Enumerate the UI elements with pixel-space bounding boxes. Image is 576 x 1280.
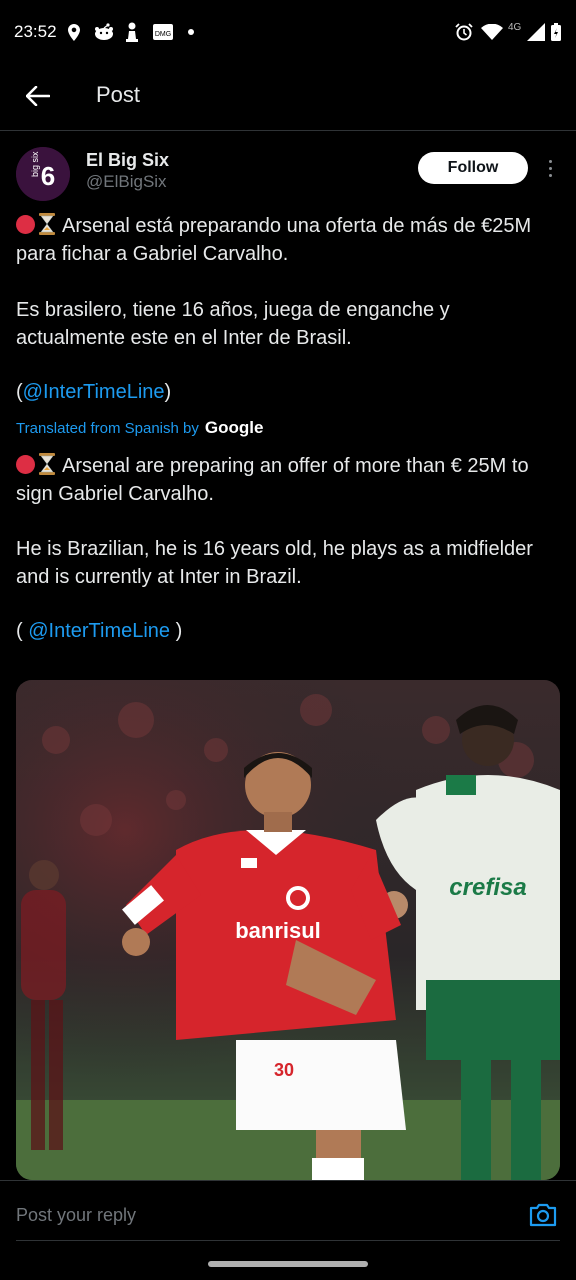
news-app-icon: DMG	[152, 22, 174, 42]
hourglass-emoji	[39, 213, 55, 235]
red-circle-emoji	[16, 455, 35, 474]
more-options-button[interactable]	[538, 154, 562, 182]
translation-attribution[interactable]: Translated from Spanish by Google	[16, 418, 263, 438]
sponsor-banrisul: banrisul	[235, 918, 321, 943]
paren-close: )	[170, 620, 183, 642]
top-app-bar	[0, 66, 576, 131]
post-paragraph-3: (@InterTimeLine)	[16, 378, 556, 406]
home-indicator[interactable]	[208, 1261, 368, 1267]
post-text-en-2: He is Brazilian, he is 16 years old, he …	[16, 538, 533, 588]
reply-input[interactable]: Post your reply	[16, 1205, 136, 1226]
mention-link[interactable]: @InterTimeLine	[28, 620, 170, 642]
network-type-label: 4G	[508, 22, 522, 33]
svg-text:30: 30	[274, 1060, 294, 1080]
post-text-es-2: Es brasilero, tiene 16 años, juega de en…	[16, 299, 450, 349]
alarm-icon	[454, 22, 474, 42]
sponsor-crefisa: crefisa	[449, 874, 526, 901]
page-title: Post	[96, 82, 141, 107]
mention-link[interactable]: @InterTimeLine	[23, 381, 165, 403]
chess-pawn-icon	[124, 22, 140, 42]
google-logo: Google	[204, 418, 264, 437]
divider	[16, 1240, 560, 1241]
arrow-left-icon	[26, 86, 50, 106]
translated-paragraph-1: Arsenal are preparing an offer of more t…	[16, 452, 556, 508]
post-text-es-1: Arsenal está preparando una oferta de má…	[16, 215, 532, 265]
author-name[interactable]: El Big Six	[86, 150, 169, 171]
football-photo: crefisa banrisul 30	[16, 680, 560, 1180]
translated-paragraph-3: ( @InterTimeLine )	[16, 617, 556, 645]
more-vertical-icon	[548, 159, 552, 163]
red-circle-emoji	[16, 215, 35, 234]
paren-open: (	[16, 620, 29, 642]
back-button[interactable]	[20, 78, 56, 114]
follow-button[interactable]: Follow	[418, 152, 528, 184]
author-handle[interactable]: @ElBigSix	[86, 172, 167, 192]
paren-close: )	[164, 381, 172, 403]
status-time: 23:52	[14, 22, 57, 41]
paren-open: (	[16, 381, 23, 403]
svg-text:big six: big six	[30, 151, 40, 177]
post-text-en-1: Arsenal are preparing an offer of more t…	[16, 455, 529, 505]
translation-label: Translated from Spanish by	[16, 419, 199, 437]
camera-icon[interactable]	[528, 1200, 558, 1230]
location-icon	[66, 22, 82, 42]
avatar[interactable]: big six 6	[16, 147, 70, 201]
reddit-icon	[92, 22, 116, 42]
battery-icon	[550, 22, 562, 42]
dot-icon	[186, 22, 196, 42]
signal-icon	[526, 22, 546, 42]
post-paragraph-1: Arsenal está preparando una oferta de má…	[16, 212, 556, 268]
hourglass-emoji	[39, 453, 55, 475]
svg-text:6: 6	[41, 161, 55, 191]
wifi-icon	[480, 22, 504, 42]
svg-text:DMG: DMG	[155, 31, 171, 38]
post-media-image[interactable]: crefisa banrisul 30	[16, 680, 560, 1180]
